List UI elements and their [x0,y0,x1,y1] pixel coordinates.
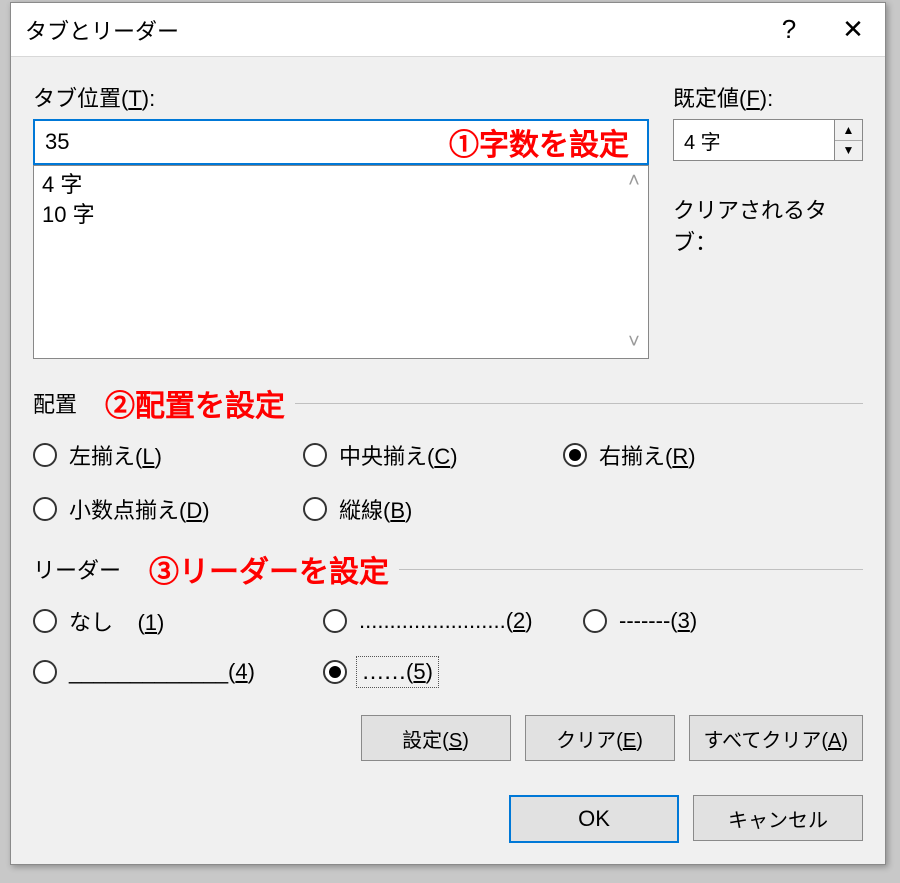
annotation-3: ③リーダーを設定 [149,547,389,591]
clear-button[interactable]: クリア(E) [525,715,675,761]
tabs-dialog: タブとリーダー ? ✕ タブ位置(T): 35 ①字数を設定 4 字 10 字 [10,2,886,865]
leader-dashes-radio[interactable]: -------(3) [583,605,823,637]
default-label: 既定値(F): [673,81,863,113]
align-left-radio[interactable]: 左揃え(L) [33,439,303,471]
titlebar: タブとリーダー ? ✕ [11,3,885,57]
clear-all-button[interactable]: すべてクリア(A) [689,715,863,761]
leader-dots-radio[interactable]: ........................(2) [323,605,583,637]
dialog-title: タブとリーダー [25,14,757,46]
annotation-2: ②配置を設定 [105,381,285,425]
tab-position-value: 35 [45,129,69,155]
align-right-radio[interactable]: 右揃え(R) [563,439,823,471]
tab-position-list[interactable]: 4 字 10 字 ˄ ˅ [33,165,649,359]
help-icon: ? [782,14,796,45]
scrollbar[interactable]: ˄ ˅ [620,166,648,358]
radio-icon [33,660,57,684]
align-decimal-radio[interactable]: 小数点揃え(D) [33,493,303,525]
align-bar-radio[interactable]: 縦線(B) [303,493,563,525]
annotation-1: ①字数を設定 [449,120,629,164]
chevron-down-icon: ˅ [628,331,640,354]
default-value: 4 字 [684,126,721,155]
leader-none-radio[interactable]: なし (1) [33,605,323,637]
set-button[interactable]: 設定(S) [361,715,511,761]
tab-position-input[interactable]: 35 ①字数を設定 [33,119,649,165]
close-icon: ✕ [842,14,864,45]
close-button[interactable]: ✕ [821,3,885,57]
radio-icon [583,609,607,633]
radio-icon [303,497,327,521]
cancel-button[interactable]: キャンセル [693,795,863,841]
radio-icon [563,443,587,467]
help-button[interactable]: ? [757,3,821,57]
ok-button[interactable]: OK [509,795,679,843]
radio-icon [323,660,347,684]
tab-position-label: タブ位置(T): [33,81,649,113]
radio-icon [33,443,57,467]
dialog-content: タブ位置(T): 35 ①字数を設定 4 字 10 字 ˄ ˅ [11,57,885,864]
radio-icon [323,609,347,633]
spinner-up[interactable]: ▲ [835,120,862,141]
radio-icon [303,443,327,467]
chevron-up-icon: ˄ [628,170,640,193]
alignment-group-label: 配置 [33,387,77,419]
spinner-down[interactable]: ▼ [835,141,862,161]
cleared-tabs-label: クリアされるタブ： [673,193,863,257]
leader-middots-radio[interactable]: ‥‥‥(5) [323,659,583,685]
default-spinner[interactable]: 4 字 ▲ ▼ [673,119,863,161]
align-center-radio[interactable]: 中央揃え(C) [303,439,563,471]
radio-icon [33,609,57,633]
leader-underline-radio[interactable]: _____________(4) [33,659,323,685]
list-item[interactable]: 4 字 [42,170,612,200]
radio-icon [33,497,57,521]
leader-group-label: リーダー [33,553,121,585]
list-item[interactable]: 10 字 [42,200,612,230]
